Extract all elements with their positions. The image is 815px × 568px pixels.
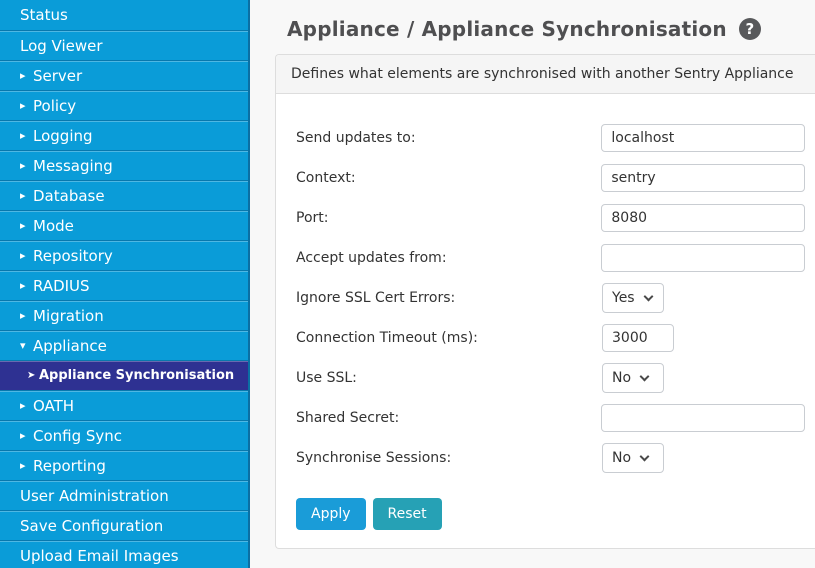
sidebar-item-appliance[interactable]: ▾ Appliance: [0, 330, 248, 360]
form-row: Context:: [296, 158, 805, 198]
chevron-down-icon: [639, 451, 650, 461]
field-label: Context:: [296, 170, 356, 186]
sidebar-item-label: Messaging: [33, 156, 113, 175]
form-row: Port:: [296, 198, 805, 238]
apply-button[interactable]: Apply: [296, 498, 366, 530]
form-row: Connection Timeout (ms):: [296, 318, 805, 358]
sidebar-item-label: Save Configuration: [20, 516, 164, 535]
sidebar-item-database[interactable]: ▸ Database: [0, 180, 248, 210]
sidebar-item-upload-email-images[interactable]: Upload Email Images: [0, 540, 248, 568]
chevron-down-icon: [639, 371, 650, 381]
sidebar-item-mode[interactable]: ▸ Mode: [0, 210, 248, 240]
field-label: Ignore SSL Cert Errors:: [296, 290, 456, 306]
field-label: Port:: [296, 210, 329, 226]
expand-right-icon: ▸: [20, 249, 26, 262]
field-label: Use SSL:: [296, 370, 357, 386]
sidebar-item-policy[interactable]: ▸ Policy: [0, 90, 248, 120]
expand-right-icon: ▸: [20, 429, 26, 442]
select-value: No: [612, 450, 632, 466]
panel-description: Defines what elements are synchronised w…: [276, 55, 815, 94]
sidebar-item-label: Upload Email Images: [20, 546, 179, 565]
synchronise-sessions-select[interactable]: No: [602, 443, 664, 473]
expand-right-icon: ▸: [20, 399, 26, 412]
sidebar-item-appliance-synchronisation[interactable]: ➤ Appliance Synchronisation: [0, 360, 248, 390]
settings-form: Send updates to: Context: Port: Accept u…: [276, 94, 815, 548]
sidebar-item-label: Repository: [33, 246, 113, 265]
sidebar-item-label: Appliance: [33, 336, 107, 355]
context-input[interactable]: [601, 164, 805, 192]
select-value: Yes: [612, 290, 635, 306]
sidebar-item-repository[interactable]: ▸ Repository: [0, 240, 248, 270]
form-actions: Apply Reset: [296, 498, 805, 530]
field-label: Shared Secret:: [296, 410, 400, 426]
expand-right-icon: ▸: [20, 69, 26, 82]
sidebar-item-oath[interactable]: ▸ OATH: [0, 390, 248, 420]
form-row: Accept updates from:: [296, 238, 805, 278]
settings-panel: Defines what elements are synchronised w…: [275, 54, 815, 549]
field-label: Send updates to:: [296, 130, 416, 146]
sidebar-item-save-configuration[interactable]: Save Configuration: [0, 510, 248, 540]
connection-timeout-input[interactable]: [602, 324, 674, 352]
page-header: Appliance / Appliance Synchronisation ?: [287, 14, 815, 44]
sidebar: Status Log Viewer ▸ Server ▸ Policy ▸ Loggi…: [0, 0, 250, 568]
sidebar-item-logging[interactable]: ▸ Logging: [0, 120, 248, 150]
sidebar-item-label: OATH: [33, 396, 75, 415]
form-row: Send updates to:: [296, 118, 805, 158]
expand-right-icon: ▸: [20, 129, 26, 142]
sidebar-item-reporting[interactable]: ▸ Reporting: [0, 450, 248, 480]
expand-right-icon: ▸: [20, 219, 26, 232]
send-updates-to-input[interactable]: [601, 124, 805, 152]
page-title: Appliance / Appliance Synchronisation: [287, 17, 727, 41]
port-input[interactable]: [601, 204, 805, 232]
expand-right-icon: ▸: [20, 99, 26, 112]
form-row: Ignore SSL Cert Errors: Yes: [296, 278, 805, 318]
sub-arrow-icon: ➤: [27, 369, 36, 381]
sidebar-item-messaging[interactable]: ▸ Messaging: [0, 150, 248, 180]
use-ssl-select[interactable]: No: [602, 363, 664, 393]
ignore-ssl-cert-errors-select[interactable]: Yes: [602, 283, 664, 313]
expand-right-icon: ▸: [20, 309, 26, 322]
sidebar-item-server[interactable]: ▸ Server: [0, 60, 248, 90]
sidebar-item-log-viewer[interactable]: Log Viewer: [0, 30, 248, 60]
reset-button[interactable]: Reset: [372, 498, 442, 530]
expand-right-icon: ▸: [20, 189, 26, 202]
main-content: Appliance / Appliance Synchronisation ? …: [250, 0, 815, 568]
field-label: Synchronise Sessions:: [296, 450, 452, 466]
sidebar-item-label: Logging: [33, 126, 93, 145]
sidebar-item-label: Config Sync: [33, 426, 123, 445]
sidebar-item-status[interactable]: Status: [0, 0, 248, 30]
form-row: Shared Secret:: [296, 398, 805, 438]
shared-secret-input[interactable]: [601, 404, 805, 432]
sidebar-item-user-administration[interactable]: User Administration: [0, 480, 248, 510]
help-icon[interactable]: ?: [738, 18, 761, 40]
sidebar-item-label: Mode: [33, 216, 74, 235]
sidebar-item-label: Migration: [33, 306, 104, 325]
field-label: Connection Timeout (ms):: [296, 330, 478, 346]
sidebar-item-label: Log Viewer: [20, 36, 103, 55]
sidebar-item-label: User Administration: [20, 486, 169, 505]
sidebar-item-config-sync[interactable]: ▸ Config Sync: [0, 420, 248, 450]
sidebar-item-label: Appliance Synchronisation: [39, 368, 235, 383]
sidebar-item-label: Policy: [33, 96, 77, 115]
sidebar-item-radius[interactable]: ▸ RADIUS: [0, 270, 248, 300]
sidebar-item-label: RADIUS: [33, 276, 90, 295]
sidebar-item-migration[interactable]: ▸ Migration: [0, 300, 248, 330]
accept-updates-from-input[interactable]: [601, 244, 805, 272]
field-label: Accept updates from:: [296, 250, 447, 266]
chevron-down-icon: [643, 291, 654, 301]
sidebar-item-label: Status: [20, 6, 68, 24]
sidebar-item-label: Reporting: [33, 456, 106, 475]
expand-right-icon: ▸: [20, 279, 26, 292]
sidebar-item-label: Server: [33, 66, 83, 85]
expand-down-icon: ▾: [20, 339, 26, 352]
expand-right-icon: ▸: [20, 159, 26, 172]
form-row: Synchronise Sessions: No: [296, 438, 805, 478]
form-row: Use SSL: No: [296, 358, 805, 398]
expand-right-icon: ▸: [20, 459, 26, 472]
select-value: No: [612, 370, 632, 386]
sidebar-item-label: Database: [33, 186, 105, 205]
